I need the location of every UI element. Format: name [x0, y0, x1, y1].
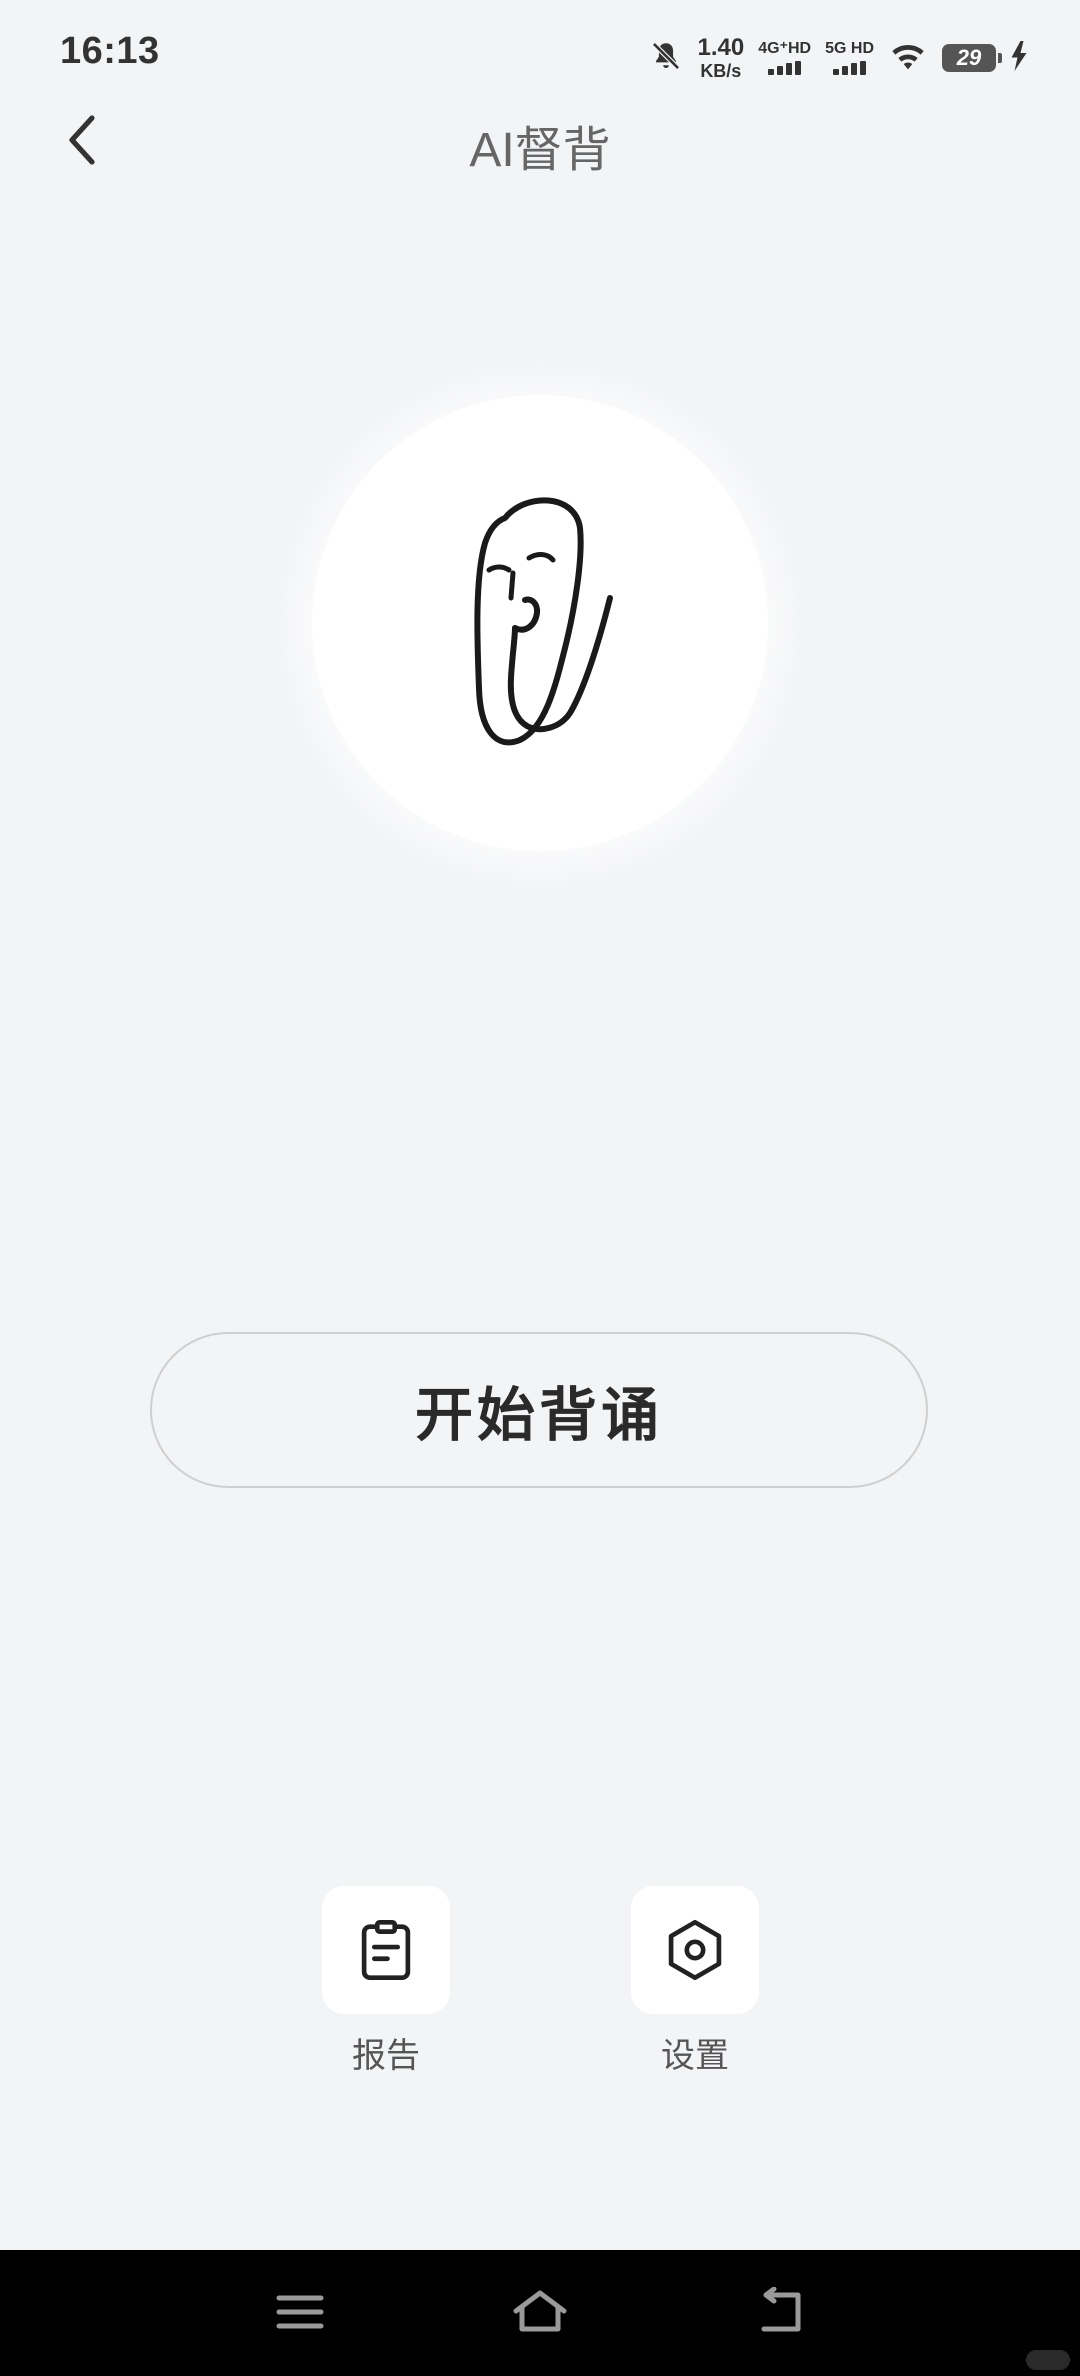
sim1-label: 4G⁺HD	[758, 40, 812, 57]
report-tile[interactable]	[322, 1886, 450, 2014]
home-icon	[513, 2290, 567, 2332]
avatar	[312, 395, 768, 851]
battery-indicator: 29	[942, 44, 1002, 72]
back-icon	[761, 2287, 801, 2332]
nav-home-button[interactable]	[505, 2280, 575, 2344]
net-speed: 1.40 KB/s	[697, 34, 745, 81]
hexagon-settings-icon	[668, 1919, 722, 1981]
net-speed-value: 1.40	[697, 34, 745, 61]
menu-icon	[276, 2295, 324, 2329]
status-icons: 1.40 KB/s 4G⁺HD 5G HD 29	[649, 30, 1028, 86]
clipboard-icon	[361, 1919, 411, 1981]
mute-bell-icon	[649, 39, 683, 77]
sim2-signal: 5G HD	[825, 41, 874, 75]
wifi-icon	[888, 39, 928, 77]
charging-icon	[1010, 41, 1028, 75]
start-recite-button[interactable]: 开始背诵	[150, 1332, 928, 1488]
status-bar: 16:13 1.40 KB/s 4G⁺HD 5G HD 29	[0, 0, 1080, 110]
report-label: 报告	[352, 2036, 420, 2076]
settings-label: 设置	[661, 2036, 729, 2076]
settings-action[interactable]: 设置	[631, 1886, 759, 2077]
settings-tile[interactable]	[631, 1886, 759, 2014]
page-title: AI督背	[469, 124, 611, 177]
sim2-label: 5G HD	[825, 40, 874, 57]
status-time: 16:13	[60, 30, 160, 72]
watermark	[1026, 2350, 1070, 2370]
header: AI督背	[0, 100, 1080, 180]
net-speed-unit: KB/s	[700, 61, 742, 81]
system-nav-bar	[0, 2250, 1080, 2376]
nav-back-button[interactable]	[745, 2280, 815, 2344]
nav-menu-button[interactable]	[265, 2280, 335, 2344]
sim1-signal: 4G⁺HD	[758, 41, 811, 75]
paperclip-face-icon	[474, 497, 613, 746]
report-action[interactable]: 报告	[322, 1886, 450, 2077]
